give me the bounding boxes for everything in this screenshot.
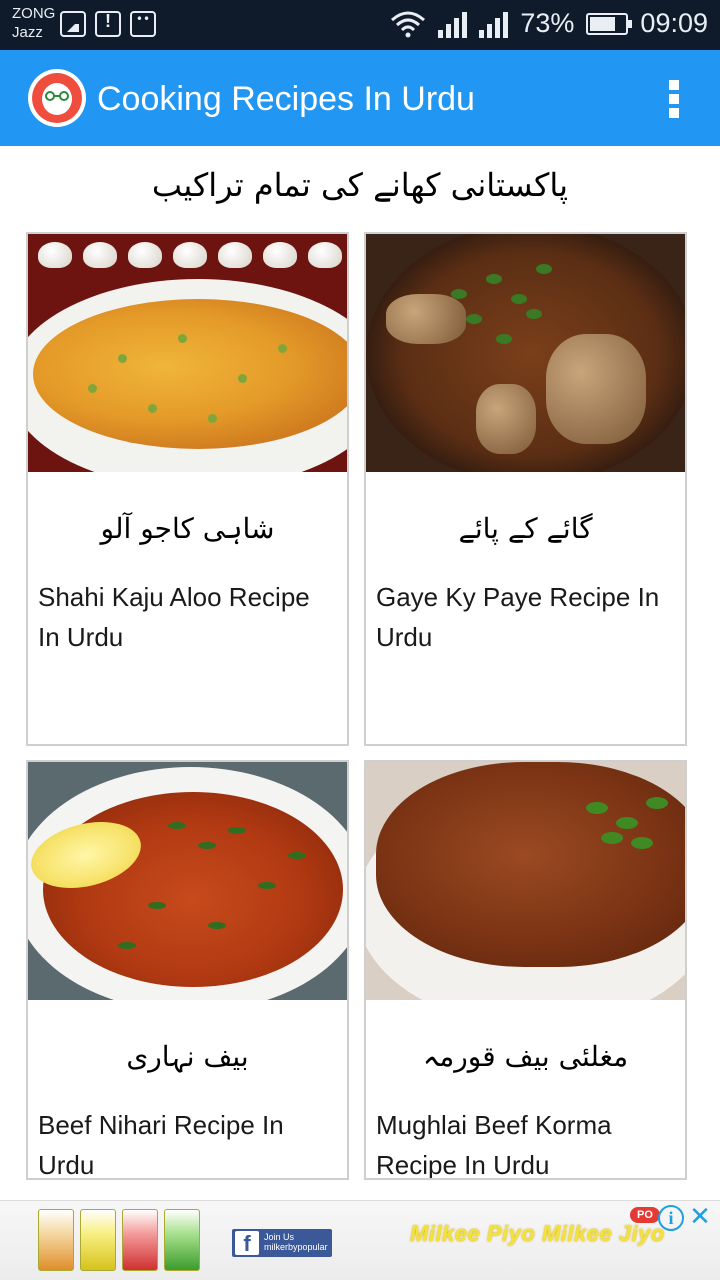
ad-product-image [122,1209,158,1271]
recipe-card-mughlai-beef-korma[interactable]: مغلئی بیف قورمہ Mughlai Beef Korma Recip… [364,760,687,1180]
battery-icon [586,12,633,35]
ad-product-image [38,1209,74,1271]
battery-fill [590,16,616,31]
ad-brand-tag: PO [630,1207,660,1223]
recipe-title: Gaye Ky Paye Recipe In Urdu [376,582,660,652]
overflow-menu-icon[interactable] [668,80,680,118]
recipe-title: Beef Nihari Recipe In Urdu [38,1110,284,1180]
recipe-card-shahi-kaju-aloo[interactable]: شاہی کاجو آلو Shahi Kaju Aloo Recipe In … [26,232,349,746]
recipe-title: Mughlai Beef Korma Recipe In Urdu [376,1110,612,1180]
recipe-urdu-name: شاہی کاجو آلو [100,512,275,545]
recipe-photo [366,762,685,1000]
recipe-urdu-name: گائے کے پائے [458,512,593,545]
recipe-photo [28,234,347,472]
clock: 09:09 [640,8,708,38]
carrier-name-2: Jazz [12,24,43,41]
signal-icon [438,10,468,38]
battery-percent: 73% [520,8,575,38]
info-icon[interactable]: i [658,1205,684,1231]
ad-banner[interactable]: f Join Us milkerbypopular Milkee Piyo Mi… [0,1200,720,1280]
alert-icon [95,11,121,37]
recipe-urdu-name: مغلئی بیف قورمہ [422,1040,629,1073]
recipe-urdu-name: بیف نہاری [126,1040,249,1073]
recipe-card-beef-nihari[interactable]: بیف نہاری Beef Nihari Recipe In Urdu [26,760,349,1180]
close-icon[interactable]: ✕ [686,1203,714,1231]
carrier-label: ZONG Jazz [12,4,55,42]
signal-icon [479,10,509,38]
recipe-photo [28,762,347,1000]
ad-facebook-text: Join Us milkerbypopular [264,1232,328,1252]
status-bar: ZONG Jazz 73% 09:09 [0,0,720,50]
ad-facebook-badge: f Join Us milkerbypopular [232,1229,332,1257]
recipe-photo [366,234,685,472]
face-icon [130,11,156,37]
recipe-title: Shahi Kaju Aloo Recipe In Urdu [38,582,310,652]
app-bar: Cooking Recipes In Urdu [0,50,720,146]
carrier-name-1: ZONG [12,5,56,22]
page-heading: پاکستانی کھانے کی تمام تراکیب [151,166,569,204]
app-title: Cooking Recipes In Urdu [97,80,475,118]
gallery-icon [60,11,86,37]
ad-product-image [164,1209,200,1271]
facebook-icon: f [235,1231,259,1256]
recipe-card-gaye-ky-paye[interactable]: گائے کے پائے Gaye Ky Paye Recipe In Urdu [364,232,687,746]
ad-slogan: Milkee Piyo Milkee Jiyo [410,1221,665,1246]
ad-product-image [80,1209,116,1271]
wifi-icon [390,10,426,38]
chef-logo-icon [28,69,86,127]
